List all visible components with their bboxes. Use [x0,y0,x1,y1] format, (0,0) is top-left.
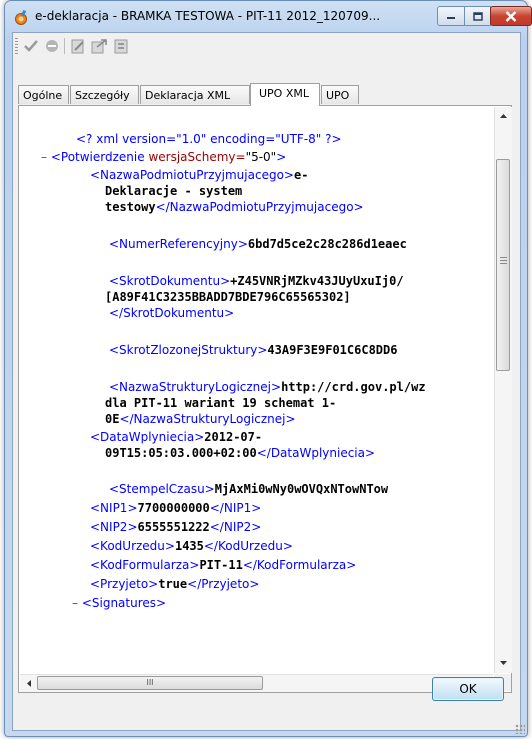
toolbar [13,33,520,59]
xml-tag: <SkrotZlozonejStruktury> [109,343,268,357]
xml-value: 7700000000 [137,501,210,515]
xml-tag: </NIP1> [209,501,262,515]
xml-value: 43A9F3E9F01C6C8DD6 [267,343,398,357]
xml-tag: <Potwierdzenie [50,150,145,164]
scroll-down-arrow-icon[interactable] [495,654,512,671]
xml-value: testowy [105,200,156,214]
xml-declaration: <? xml version="1.0" encoding="UTF-8" ?> [76,132,342,146]
xml-value: http://crd.gov.pl/wz [281,380,426,394]
checkmark-icon[interactable] [22,37,40,55]
xml-tag: <NumerReferencyjny> [109,237,248,251]
vertical-scroll-thumb[interactable] [496,159,510,371]
ok-button[interactable]: OK [432,677,504,701]
xml-value: 2012-07- [204,430,263,444]
vertical-scrollbar[interactable] [494,107,512,673]
xml-tag: <NazwaStrukturyLogicznej> [109,380,282,394]
xml-value: +Z45VNRjMZkv43JUyUxuIj0/ [230,274,404,288]
send-icon[interactable] [90,37,108,55]
xml-tag: </Przyjeto> [187,577,260,591]
collapse-toggle[interactable]: – [72,596,78,610]
xml-tag: <Przyjeto> [90,577,159,591]
xml-value: 0E [105,412,120,426]
xml-value: e- [293,168,309,182]
xml-value: PIT-11 [199,558,243,572]
window-title: e-deklaracja - BRAMKA TESTOWA - PIT-11 2… [35,9,381,23]
horizontal-scroll-thumb[interactable]: III [37,676,263,690]
xml-tag: <SkrotDokumentu> [109,274,231,288]
xml-value: 09T15:05:03.000+02:00 [105,446,257,460]
xml-tag: </NIP2> [209,520,262,534]
xml-panel: <? xml version="1.0" encoding="UTF-8" ?>… [18,105,512,693]
close-button[interactable] [490,6,532,26]
tab-szczegoly[interactable]: Szczegóły [70,85,139,104]
tab-ogolne[interactable]: Ogólne [18,85,69,104]
xml-value: dla PIT-11 wariant 19 schemat 1- [105,396,337,410]
xml-tag: </NazwaPodmiotuPrzyjmujacego> [155,200,364,214]
xml-tag: </KodUrzedu> [203,539,293,553]
app-icon [15,9,27,25]
title-bar[interactable]: e-deklaracja - BRAMKA TESTOWA - PIT-11 2… [5,1,532,32]
dialog-window: e-deklaracja - BRAMKA TESTOWA - PIT-11 2… [4,0,532,737]
xml-tag: <KodFormularza> [90,558,200,572]
horizontal-scrollbar[interactable]: III [20,674,493,692]
minimize-button[interactable] [437,6,465,26]
xml-tag: <NazwaPodmiotuPrzyjmujacego> [90,168,294,182]
scroll-up-arrow-icon[interactable] [495,107,512,124]
maximize-button[interactable] [464,6,491,26]
toolbar-separator [64,38,65,54]
xml-tag: <KodUrzedu> [90,539,175,553]
xml-value: 6555551222 [137,520,210,534]
collapse-toggle[interactable]: – [41,150,47,164]
close-icon [505,10,517,22]
toolbar-grip[interactable] [15,38,18,54]
xml-value: MjAxMi0wNy0wOVQxNTowNTow [214,482,389,496]
xml-value: [A89F41C3235BBADD7BDE796C65565302] [105,290,351,304]
xml-tag: <NIP2> [90,520,138,534]
xml-tag: <Signatures> [81,596,167,610]
minimize-icon [447,17,455,19]
scroll-grip-label: III [146,678,154,687]
resize-grip-icon[interactable] [515,724,525,734]
tab-upo[interactable]: UPO [321,85,359,104]
xml-tag: <StempelCzasu> [109,482,215,496]
xml-attr-value: "5-0" [245,150,277,164]
xml-tag: <DataWplyniecia> [90,430,205,444]
xml-value: 1435 [174,539,204,553]
xml-value: 6bd7d5ce2c28c286d1eaec [247,237,407,251]
status-icon[interactable] [112,37,130,55]
maximize-icon [472,11,483,21]
tab-upo-xml[interactable]: UPO XML [250,83,320,106]
xml-tag: > [276,150,287,164]
sign-icon[interactable] [69,37,87,55]
xml-value: true [158,577,188,591]
xml-value: Deklaracje - system [105,184,243,198]
xml-tag: </DataWplyniecia> [256,446,376,460]
tab-deklaracja-xml[interactable]: Deklaracja XML [140,85,250,104]
scroll-left-arrow-icon[interactable] [20,675,37,692]
xml-viewer[interactable]: <? xml version="1.0" encoding="UTF-8" ?>… [20,107,493,673]
xml-attr-name: wersjaSchemy= [144,150,246,164]
xml-tag: </NazwaStrukturyLogicznej> [119,412,296,426]
xml-tag: <NIP1> [90,501,138,515]
xml-tag: </KodFormularza> [242,558,357,572]
scroll-grip-icon [500,257,507,264]
xml-tag: </SkrotDokumentu> [109,306,235,320]
no-entry-icon[interactable] [43,37,61,55]
